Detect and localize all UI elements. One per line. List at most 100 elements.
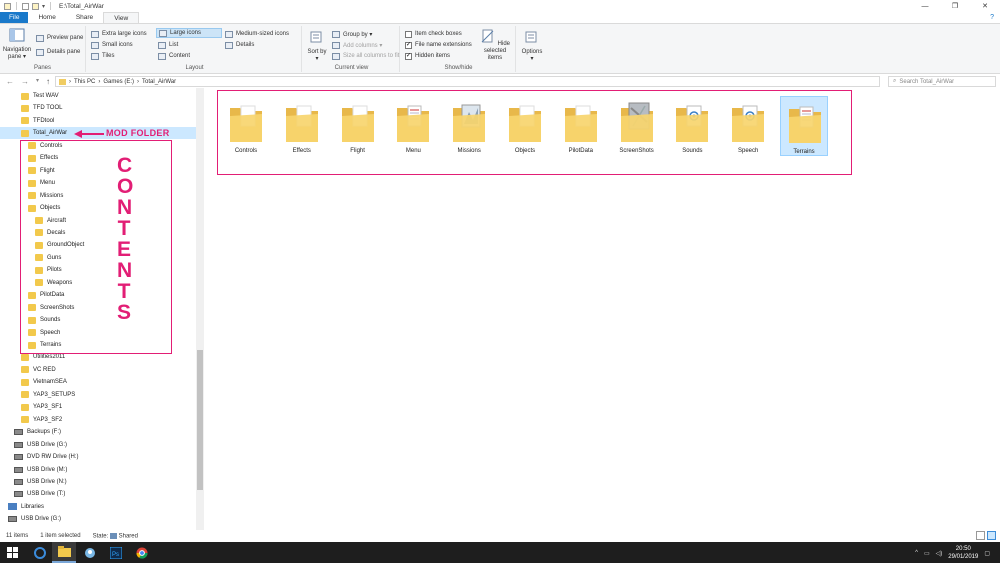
hidden-items-toggle[interactable]: ✓ Hidden items bbox=[405, 51, 450, 61]
nav-tree-item[interactable]: YAP3_SETUPS bbox=[0, 389, 196, 401]
contents-letter: O bbox=[117, 175, 134, 198]
folder-icon bbox=[21, 403, 29, 411]
add-columns-button[interactable]: Add columns ▾ bbox=[332, 40, 382, 50]
nav-tree-item[interactable]: USB Drive (T:) bbox=[0, 488, 196, 500]
nav-tree-item[interactable]: TFDtool bbox=[0, 115, 196, 127]
nav-tree-item[interactable]: USB Drive (G:) bbox=[0, 439, 196, 451]
folder-item[interactable]: Sounds bbox=[668, 96, 716, 156]
nav-tree-item[interactable]: YAP3_SF1 bbox=[0, 401, 196, 413]
layout-medium-icons[interactable]: Medium-sized icons bbox=[225, 29, 289, 39]
file-name-extensions-toggle[interactable]: ✓ File name extensions bbox=[405, 40, 472, 50]
notifications-icon[interactable]: ▢ bbox=[984, 550, 990, 557]
volume-icon[interactable]: ◁) bbox=[936, 550, 943, 557]
up-arrow-icon[interactable]: ↑ bbox=[46, 77, 50, 86]
folder-item[interactable]: ScreenShots bbox=[613, 96, 661, 156]
details-view-button[interactable] bbox=[976, 531, 985, 540]
navigation-buttons: ← → ▾ ↑ bbox=[0, 77, 50, 86]
contents-letter: T bbox=[117, 280, 131, 303]
nav-tree-item[interactable]: VC RED bbox=[0, 364, 196, 376]
folder-item[interactable]: Flight bbox=[334, 96, 382, 156]
layout-details[interactable]: Details bbox=[225, 40, 254, 50]
breadcrumb-total-airwar[interactable]: Total_AirWar bbox=[142, 79, 176, 85]
folder-icon bbox=[21, 366, 29, 374]
photoshop-button[interactable]: Ps bbox=[104, 542, 128, 563]
options-button[interactable]: Options ▾ bbox=[520, 30, 544, 63]
navigation-pane-button[interactable]: Navigation pane ▾ bbox=[2, 28, 32, 61]
recent-chevron-icon[interactable]: ▾ bbox=[36, 77, 39, 86]
minimize-button[interactable]: — bbox=[910, 0, 940, 12]
checkbox-checked-icon[interactable]: ✓ bbox=[405, 52, 412, 60]
sort-by-button[interactable]: Sort by ▾ bbox=[306, 30, 328, 63]
share-state: State: Shared bbox=[92, 532, 138, 540]
nav-tree-item[interactable]: Test WAV bbox=[0, 90, 196, 102]
details-pane-button[interactable]: Details pane bbox=[36, 47, 80, 57]
folder-item[interactable]: Menu bbox=[389, 96, 437, 156]
folder-item[interactable]: Controls bbox=[222, 96, 270, 156]
properties-icon[interactable] bbox=[22, 2, 29, 10]
tab-home[interactable]: Home bbox=[28, 12, 65, 23]
show-hidden-icons-icon[interactable]: ^ bbox=[915, 550, 918, 556]
layout-content[interactable]: Content bbox=[158, 51, 190, 61]
start-button[interactable] bbox=[0, 542, 24, 563]
help-icon[interactable]: ? bbox=[990, 12, 1000, 23]
network-icon[interactable]: ▭ bbox=[924, 550, 930, 557]
folder-item[interactable]: Missions bbox=[445, 96, 493, 156]
nav-tree-item[interactable]: USB Drive (G:) bbox=[0, 513, 196, 525]
breadcrumb-this-pc[interactable]: This PC bbox=[74, 79, 95, 85]
forward-arrow-icon[interactable]: → bbox=[21, 77, 29, 86]
nav-tree-item[interactable]: DVD RW Drive (H:) bbox=[0, 451, 196, 463]
edge-button[interactable] bbox=[28, 542, 52, 563]
layout-extra-large-icons[interactable]: Extra large icons bbox=[91, 29, 147, 39]
layout-tiles[interactable]: Tiles bbox=[91, 51, 114, 61]
chrome-button[interactable] bbox=[130, 542, 154, 563]
layout-group: Extra large icons Large icons Medium-siz… bbox=[88, 26, 302, 72]
folder-item[interactable]: Objects bbox=[501, 96, 549, 156]
details-icon bbox=[225, 41, 233, 49]
nav-tree-label: Utilities2011 bbox=[33, 354, 66, 361]
checkbox-unchecked-icon[interactable] bbox=[405, 30, 412, 38]
preview-pane-button[interactable]: Preview pane bbox=[36, 33, 83, 43]
ribbon: Navigation pane ▾ Preview pane Details p… bbox=[0, 24, 1000, 74]
item-check-boxes-toggle[interactable]: Item check boxes bbox=[405, 29, 462, 39]
tab-view[interactable]: View bbox=[103, 12, 140, 23]
nav-tree-item[interactable]: TFD TOOL bbox=[0, 102, 196, 114]
taskbar: Ps ^ ▭ ◁) 20:50 29/01/2019 ▢ bbox=[0, 542, 1000, 563]
address-input[interactable]: › This PC › Games (E:) › Total_AirWar bbox=[55, 76, 880, 87]
folder-name: Missions bbox=[457, 148, 481, 154]
new-folder-icon[interactable] bbox=[32, 2, 39, 10]
maximize-button[interactable]: ❐ bbox=[940, 0, 970, 12]
large-icons-view-button[interactable] bbox=[987, 531, 996, 540]
title-bar: ▾ E:\Total_AirWar — ❐ ✕ bbox=[0, 0, 1000, 12]
folder-name: Objects bbox=[514, 148, 536, 154]
tab-file[interactable]: File bbox=[0, 12, 29, 23]
nav-tree-item[interactable]: Backups (F:) bbox=[0, 426, 196, 438]
checkbox-checked-icon[interactable]: ✓ bbox=[405, 41, 412, 49]
folder-item[interactable]: Speech bbox=[724, 96, 772, 156]
user-app-button[interactable] bbox=[78, 542, 102, 563]
tab-share[interactable]: Share bbox=[66, 12, 103, 23]
layout-small-icons[interactable]: Small icons bbox=[91, 40, 133, 50]
breadcrumb-games-drive[interactable]: Games (E:) bbox=[103, 79, 134, 85]
nav-tree-item[interactable]: YAP3_SF2 bbox=[0, 414, 196, 426]
folder-item[interactable]: PilotData bbox=[557, 96, 605, 156]
close-button[interactable]: ✕ bbox=[970, 0, 1000, 12]
nav-tree-item[interactable]: VietnamSEA bbox=[0, 376, 196, 388]
nav-tree-item[interactable]: Libraries bbox=[0, 501, 196, 513]
folder-item[interactable]: Effects bbox=[278, 96, 326, 156]
nav-tree-item[interactable]: USB Drive (N:) bbox=[0, 476, 196, 488]
nav-scrollbar-thumb[interactable] bbox=[197, 350, 203, 490]
library-icon bbox=[8, 503, 17, 511]
nav-tree-item[interactable]: USB Drive (M:) bbox=[0, 464, 196, 476]
hide-selected-items-button[interactable]: Hide selected items bbox=[476, 29, 514, 62]
size-columns-button[interactable]: Size all columns to fit bbox=[332, 51, 399, 61]
layout-large-icons[interactable]: Large icons bbox=[156, 28, 222, 38]
back-arrow-icon[interactable]: ← bbox=[6, 77, 14, 86]
group-by-icon bbox=[332, 30, 340, 38]
clock[interactable]: 20:50 29/01/2019 bbox=[948, 545, 978, 561]
customize-chevron-icon[interactable]: ▾ bbox=[42, 3, 45, 10]
folder-item[interactable]: Terrains bbox=[780, 96, 828, 156]
file-explorer-button[interactable] bbox=[52, 542, 76, 563]
search-input[interactable]: ⌕ Search Total_AirWar bbox=[888, 76, 996, 87]
layout-list[interactable]: List bbox=[158, 40, 178, 50]
group-by-button[interactable]: Group by ▾ bbox=[332, 29, 372, 39]
